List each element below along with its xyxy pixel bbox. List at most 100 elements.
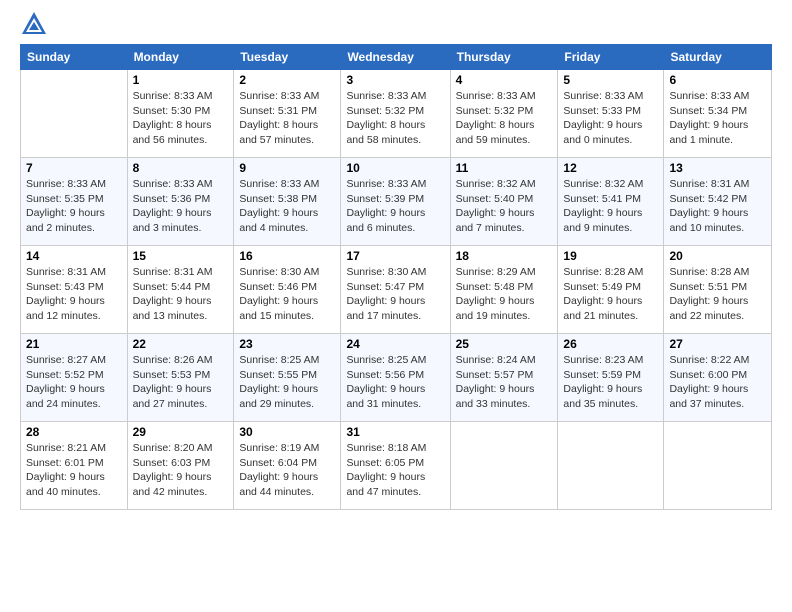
day-info: Sunrise: 8:29 AMSunset: 5:48 PMDaylight:…: [456, 265, 553, 324]
calendar-cell: 26Sunrise: 8:23 AMSunset: 5:59 PMDayligh…: [558, 334, 664, 422]
day-number: 25: [456, 337, 553, 351]
calendar-cell: 15 Sunrise: 8:31 AMSunset: 5:44 PMDayligh…: [127, 246, 234, 334]
calendar-cell: 10 Sunrise: 8:33 AMSunset: 5:39 PMDayligh…: [341, 158, 450, 246]
day-info: Sunrise: 8:31 AMSunset: 5:42 PMDaylight:…: [669, 177, 766, 236]
day-number: 30: [239, 425, 335, 439]
day-number: 10: [346, 161, 444, 175]
calendar-cell: [664, 422, 772, 510]
week-row-1: 7Sunrise: 8:33 AMSunset: 5:35 PMDaylight…: [21, 158, 772, 246]
day-info: Sunrise: 8:18 AMSunset: 6:05 PMDaylight:…: [346, 441, 444, 500]
day-info: Sunrise: 8:33 AMSunset: 5:36 PMDaylight:…: [133, 177, 229, 236]
day-info: Sunrise: 8:33 AMSunset: 5:32 PMDaylight:…: [456, 89, 553, 148]
weekday-header-friday: Friday: [558, 45, 664, 70]
calendar-cell: 22Sunrise: 8:26 AMSunset: 5:53 PMDayligh…: [127, 334, 234, 422]
calendar-cell: [558, 422, 664, 510]
day-info: Sunrise: 8:33 AMSunset: 5:32 PMDaylight:…: [346, 89, 444, 148]
calendar-cell: 18 Sunrise: 8:29 AMSunset: 5:48 PMDayligh…: [450, 246, 558, 334]
day-number: 3: [346, 73, 444, 87]
calendar-cell: 21 Sunrise: 8:27 AMSunset: 5:52 PMDayligh…: [21, 334, 128, 422]
calendar-cell: 23 Sunrise: 8:25 AMSunset: 5:55 PMDayligh…: [234, 334, 341, 422]
day-number: 9: [239, 161, 335, 175]
week-row-4: 28 Sunrise: 8:21 AMSunset: 6:01 PMDayligh…: [21, 422, 772, 510]
day-info: Sunrise: 8:33 AMSunset: 5:34 PMDaylight:…: [669, 89, 766, 148]
calendar-cell: 3 Sunrise: 8:33 AMSunset: 5:32 PMDaylight…: [341, 70, 450, 158]
day-number: 28: [26, 425, 122, 439]
day-info: Sunrise: 8:30 AMSunset: 5:47 PMDaylight:…: [346, 265, 444, 324]
calendar-table: SundayMondayTuesdayWednesdayThursdayFrid…: [20, 44, 772, 510]
day-number: 26: [563, 337, 658, 351]
calendar-cell: 2 Sunrise: 8:33 AMSunset: 5:31 PMDaylight…: [234, 70, 341, 158]
weekday-header-tuesday: Tuesday: [234, 45, 341, 70]
day-number: 18: [456, 249, 553, 263]
weekday-header-monday: Monday: [127, 45, 234, 70]
day-info: Sunrise: 8:33 AMSunset: 5:39 PMDaylight:…: [346, 177, 444, 236]
day-info: Sunrise: 8:24 AMSunset: 5:57 PMDaylight:…: [456, 353, 553, 412]
logo: [20, 10, 52, 38]
weekday-header-row: SundayMondayTuesdayWednesdayThursdayFrid…: [21, 45, 772, 70]
calendar-cell: [450, 422, 558, 510]
page: SundayMondayTuesdayWednesdayThursdayFrid…: [0, 0, 792, 612]
logo-icon: [20, 10, 48, 38]
day-number: 23: [239, 337, 335, 351]
calendar-cell: 17 Sunrise: 8:30 AMSunset: 5:47 PMDayligh…: [341, 246, 450, 334]
day-number: 20: [669, 249, 766, 263]
day-number: 15: [133, 249, 229, 263]
calendar-cell: 25 Sunrise: 8:24 AMSunset: 5:57 PMDayligh…: [450, 334, 558, 422]
header: [20, 10, 772, 38]
calendar-cell: 31Sunrise: 8:18 AMSunset: 6:05 PMDayligh…: [341, 422, 450, 510]
day-info: Sunrise: 8:25 AMSunset: 5:56 PMDaylight:…: [346, 353, 444, 412]
calendar-cell: 9 Sunrise: 8:33 AMSunset: 5:38 PMDaylight…: [234, 158, 341, 246]
week-row-0: 1 Sunrise: 8:33 AMSunset: 5:30 PMDaylight…: [21, 70, 772, 158]
calendar-cell: 8 Sunrise: 8:33 AMSunset: 5:36 PMDaylight…: [127, 158, 234, 246]
calendar-cell: 14 Sunrise: 8:31 AMSunset: 5:43 PMDayligh…: [21, 246, 128, 334]
calendar-cell: 6Sunrise: 8:33 AMSunset: 5:34 PMDaylight…: [664, 70, 772, 158]
day-number: 7: [26, 161, 122, 175]
day-number: 27: [669, 337, 766, 351]
calendar-cell: 27 Sunrise: 8:22 AMSunset: 6:00 PMDayligh…: [664, 334, 772, 422]
day-info: Sunrise: 8:27 AMSunset: 5:52 PMDaylight:…: [26, 353, 122, 412]
day-number: 14: [26, 249, 122, 263]
calendar-cell: 19Sunrise: 8:28 AMSunset: 5:49 PMDayligh…: [558, 246, 664, 334]
day-number: 17: [346, 249, 444, 263]
day-number: 13: [669, 161, 766, 175]
day-info: Sunrise: 8:31 AMSunset: 5:43 PMDaylight:…: [26, 265, 122, 324]
day-info: Sunrise: 8:20 AMSunset: 6:03 PMDaylight:…: [133, 441, 229, 500]
day-info: Sunrise: 8:19 AMSunset: 6:04 PMDaylight:…: [239, 441, 335, 500]
day-number: 11: [456, 161, 553, 175]
day-info: Sunrise: 8:33 AMSunset: 5:31 PMDaylight:…: [239, 89, 335, 148]
day-number: 24: [346, 337, 444, 351]
day-number: 1: [133, 73, 229, 87]
day-info: Sunrise: 8:30 AMSunset: 5:46 PMDaylight:…: [239, 265, 335, 324]
day-number: 8: [133, 161, 229, 175]
week-row-3: 21 Sunrise: 8:27 AMSunset: 5:52 PMDayligh…: [21, 334, 772, 422]
day-info: Sunrise: 8:28 AMSunset: 5:51 PMDaylight:…: [669, 265, 766, 324]
day-info: Sunrise: 8:31 AMSunset: 5:44 PMDaylight:…: [133, 265, 229, 324]
calendar-cell: 12Sunrise: 8:32 AMSunset: 5:41 PMDayligh…: [558, 158, 664, 246]
day-info: Sunrise: 8:25 AMSunset: 5:55 PMDaylight:…: [239, 353, 335, 412]
day-info: Sunrise: 8:32 AMSunset: 5:41 PMDaylight:…: [563, 177, 658, 236]
day-number: 21: [26, 337, 122, 351]
calendar-cell: 5Sunrise: 8:33 AMSunset: 5:33 PMDaylight…: [558, 70, 664, 158]
day-number: 29: [133, 425, 229, 439]
week-row-2: 14 Sunrise: 8:31 AMSunset: 5:43 PMDayligh…: [21, 246, 772, 334]
calendar-cell: [21, 70, 128, 158]
weekday-header-wednesday: Wednesday: [341, 45, 450, 70]
day-info: Sunrise: 8:22 AMSunset: 6:00 PMDaylight:…: [669, 353, 766, 412]
day-number: 2: [239, 73, 335, 87]
day-info: Sunrise: 8:21 AMSunset: 6:01 PMDaylight:…: [26, 441, 122, 500]
calendar-cell: 13 Sunrise: 8:31 AMSunset: 5:42 PMDayligh…: [664, 158, 772, 246]
calendar-cell: 7Sunrise: 8:33 AMSunset: 5:35 PMDaylight…: [21, 158, 128, 246]
day-number: 4: [456, 73, 553, 87]
day-info: Sunrise: 8:33 AMSunset: 5:30 PMDaylight:…: [133, 89, 229, 148]
calendar-cell: 24 Sunrise: 8:25 AMSunset: 5:56 PMDayligh…: [341, 334, 450, 422]
calendar-cell: 4 Sunrise: 8:33 AMSunset: 5:32 PMDaylight…: [450, 70, 558, 158]
day-info: Sunrise: 8:28 AMSunset: 5:49 PMDaylight:…: [563, 265, 658, 324]
calendar-cell: 30 Sunrise: 8:19 AMSunset: 6:04 PMDayligh…: [234, 422, 341, 510]
calendar-cell: 28 Sunrise: 8:21 AMSunset: 6:01 PMDayligh…: [21, 422, 128, 510]
day-number: 5: [563, 73, 658, 87]
calendar-cell: 29 Sunrise: 8:20 AMSunset: 6:03 PMDayligh…: [127, 422, 234, 510]
calendar-cell: 16Sunrise: 8:30 AMSunset: 5:46 PMDayligh…: [234, 246, 341, 334]
day-info: Sunrise: 8:33 AMSunset: 5:38 PMDaylight:…: [239, 177, 335, 236]
calendar-cell: 1 Sunrise: 8:33 AMSunset: 5:30 PMDaylight…: [127, 70, 234, 158]
day-info: Sunrise: 8:32 AMSunset: 5:40 PMDaylight:…: [456, 177, 553, 236]
